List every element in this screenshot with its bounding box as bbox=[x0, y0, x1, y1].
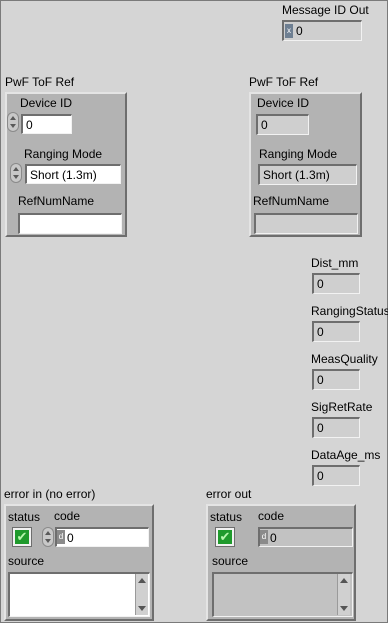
error-in-status-checkbox[interactable]: ✔ bbox=[13, 528, 31, 546]
scroll-down-icon[interactable] bbox=[138, 606, 146, 611]
radix-indicator-icon: x bbox=[285, 24, 293, 38]
ref-in-refnum-label: RefNumName bbox=[18, 194, 95, 208]
ref-in-refnum-input[interactable] bbox=[18, 213, 122, 234]
ref-in-device-id-input[interactable]: 0 bbox=[21, 114, 72, 134]
error-out-status-label: status bbox=[210, 510, 243, 524]
error-out-source-label: source bbox=[212, 554, 249, 568]
error-in-code-value: 0 bbox=[67, 531, 74, 545]
message-id-out-value: 0 bbox=[296, 24, 303, 38]
meas-quality-label: MeasQuality bbox=[311, 352, 378, 366]
ref-out-title: PwF ToF Ref bbox=[249, 75, 319, 89]
ref-out-refnum-indicator bbox=[254, 213, 358, 234]
scroll-up-icon[interactable] bbox=[138, 578, 146, 583]
error-in-code-input[interactable]: 0 bbox=[55, 527, 149, 547]
ref-in-ranging-mode-ring[interactable]: Short (1.3m) bbox=[25, 164, 121, 184]
error-out-source-scrollbar[interactable] bbox=[337, 574, 350, 615]
error-in-status-label: status bbox=[8, 510, 41, 524]
data-age-ms-indicator: 0 bbox=[312, 465, 360, 486]
scroll-up-icon[interactable] bbox=[340, 578, 348, 583]
ref-out-ranging-mode-indicator: Short (1.3m) bbox=[258, 164, 357, 185]
ref-out-ranging-mode-label: Ranging Mode bbox=[259, 147, 338, 161]
ref-in-device-id-label: Device ID bbox=[20, 96, 73, 110]
scroll-down-icon[interactable] bbox=[340, 606, 348, 611]
error-out-title: error out bbox=[206, 487, 252, 501]
error-out-code-label: code bbox=[258, 509, 285, 523]
data-age-ms-label: DataAge_ms bbox=[311, 448, 381, 462]
error-in-code-label: code bbox=[54, 509, 81, 523]
error-out-source-indicator bbox=[212, 572, 353, 617]
ref-in-title: PwF ToF Ref bbox=[5, 75, 75, 89]
error-out-code-indicator: 0 bbox=[258, 527, 353, 547]
message-id-out-indicator: 0 bbox=[282, 20, 362, 41]
ref-in-ranging-mode-label: Ranging Mode bbox=[24, 147, 103, 161]
error-in-title: error in (no error) bbox=[4, 487, 96, 501]
front-panel: Message ID Out 0 x PwF ToF Ref Device ID… bbox=[0, 0, 388, 623]
ref-out-device-id-indicator: 0 bbox=[256, 114, 309, 135]
dist-mm-indicator: 0 bbox=[312, 273, 360, 294]
ref-out-refnum-label: RefNumName bbox=[253, 194, 330, 208]
error-out-radix-icon: d bbox=[260, 530, 268, 544]
ref-out-device-id-label: Device ID bbox=[257, 96, 310, 110]
device-id-spinner-icon[interactable] bbox=[7, 112, 19, 132]
error-in-source-scrollbar[interactable] bbox=[135, 574, 148, 615]
error-out-status-indicator: ✔ bbox=[216, 528, 234, 546]
error-in-radix-icon: d bbox=[57, 530, 65, 544]
ranging-status-label: RangingStatus bbox=[311, 304, 388, 318]
meas-quality-indicator: 0 bbox=[312, 369, 360, 390]
sig-ret-rate-indicator: 0 bbox=[312, 417, 360, 438]
dist-mm-label: Dist_mm bbox=[311, 256, 359, 270]
message-id-out-label: Message ID Out bbox=[282, 3, 369, 17]
error-out-code-value: 0 bbox=[270, 531, 277, 545]
ranging-mode-spinner-icon[interactable] bbox=[10, 163, 22, 183]
error-code-spinner-icon[interactable] bbox=[42, 527, 54, 547]
sig-ret-rate-label: SigRetRate bbox=[311, 400, 373, 414]
ranging-status-indicator: 0 bbox=[312, 321, 360, 342]
error-in-source-textarea[interactable] bbox=[8, 572, 150, 617]
error-in-source-label: source bbox=[8, 554, 45, 568]
